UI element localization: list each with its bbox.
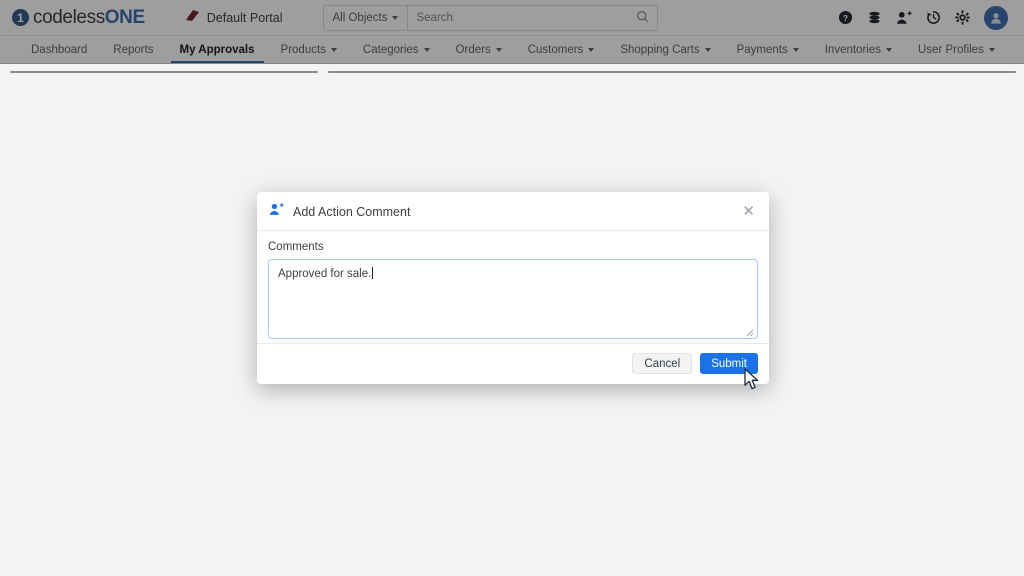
portal-label: Default Portal: [207, 11, 283, 25]
nav-label: User Profiles: [918, 44, 984, 56]
nav-item-products[interactable]: Products: [268, 36, 350, 63]
search-placeholder: Search: [416, 12, 452, 24]
nav-label: Dashboard: [31, 44, 87, 56]
chevron-down-icon: [331, 48, 337, 52]
svg-text:?: ?: [843, 13, 848, 23]
comments-label: Comments: [268, 241, 758, 253]
cancel-button[interactable]: Cancel: [632, 353, 692, 374]
user-avatar-icon[interactable]: [984, 6, 1008, 30]
logo-secondary-text: ONE: [105, 7, 145, 28]
nav-item-user-profiles[interactable]: User Profiles: [905, 36, 1008, 63]
workspace: Primary Workflow My Queue: [0, 65, 1024, 77]
nav-label: Orders: [456, 44, 491, 56]
main-nav: Dashboard Reports My Approvals Products …: [0, 36, 1024, 64]
nav-item-dashboard[interactable]: Dashboard: [18, 36, 100, 63]
search-input[interactable]: Search: [408, 10, 656, 26]
dialog-title: Add Action Comment: [293, 205, 410, 219]
record-header: Product 1300 cc Engine Edit ···: [329, 72, 1015, 73]
close-icon[interactable]: ✕: [740, 204, 757, 219]
nav-label: My Approvals: [180, 44, 255, 56]
nav-label: Payments: [737, 44, 788, 56]
dialog-footer: Cancel Submit: [257, 343, 769, 384]
top-header: 1 codelessONE Default Portal All Objects…: [0, 0, 1024, 36]
header-icon-group: ?: [838, 6, 1012, 30]
database-icon[interactable]: [867, 10, 882, 25]
record-detail-panel: Product 1300 cc Engine Edit ··· Product …: [328, 71, 1016, 73]
nav-label: Inventories: [825, 44, 881, 56]
logo-primary-text: codeless: [33, 7, 105, 28]
chevron-down-icon: [424, 48, 430, 52]
chevron-down-icon: [793, 48, 799, 52]
nav-item-shopping-carts[interactable]: Shopping Carts: [607, 36, 723, 63]
portal-selector[interactable]: Default Portal: [185, 9, 283, 27]
object-filter-label: All Objects: [333, 12, 388, 24]
portal-logo-icon: [185, 9, 200, 27]
nav-item-my-approvals[interactable]: My Approvals: [167, 36, 268, 63]
chevron-down-icon: [588, 48, 594, 52]
app-root: 1 codelessONE Default Portal All Objects…: [0, 0, 1024, 576]
history-icon[interactable]: [926, 10, 941, 25]
settings-gear-icon[interactable]: [955, 10, 970, 25]
comments-textarea[interactable]: Approved for sale.: [268, 259, 758, 339]
chevron-down-icon: [989, 48, 995, 52]
resize-handle-icon[interactable]: [746, 328, 754, 336]
approvals-panel-header: Primary Workflow: [11, 72, 317, 73]
nav-label: Reports: [113, 44, 153, 56]
nav-item-categories[interactable]: Categories: [350, 36, 443, 63]
add-user-icon: [269, 202, 284, 221]
page-content: 1 codelessONE Default Portal All Objects…: [0, 0, 1024, 64]
nav-label: Products: [281, 44, 326, 56]
app-logo[interactable]: 1 codelessONE: [12, 7, 145, 29]
add-action-comment-dialog: Add Action Comment ✕ Comments Approved f…: [257, 192, 769, 384]
approvals-panel: Primary Workflow My Queue: [10, 71, 318, 73]
chevron-down-icon: [496, 48, 502, 52]
help-icon[interactable]: ?: [838, 10, 853, 25]
nav-item-orders[interactable]: Orders: [443, 36, 515, 63]
nav-item-customers[interactable]: Customers: [515, 36, 608, 63]
nav-label: Categories: [363, 44, 419, 56]
object-filter-dropdown[interactable]: All Objects: [324, 6, 409, 30]
submit-button[interactable]: Submit: [700, 353, 758, 374]
nav-item-payments[interactable]: Payments: [724, 36, 812, 63]
chevron-down-icon: [886, 48, 892, 52]
add-user-icon[interactable]: [896, 10, 912, 25]
text-caret: [372, 267, 373, 279]
chevron-down-icon: [392, 16, 398, 20]
logo-text: codelessONE: [33, 7, 145, 29]
nav-label: Customers: [528, 44, 584, 56]
logo-mark-icon: 1: [12, 9, 29, 26]
dialog-body: Comments Approved for sale.: [257, 231, 769, 343]
nav-item-reports[interactable]: Reports: [100, 36, 166, 63]
chevron-down-icon: [705, 48, 711, 52]
search-icon: [636, 10, 649, 26]
nav-item-inventories[interactable]: Inventories: [812, 36, 905, 63]
nav-label: Shopping Carts: [620, 44, 699, 56]
global-search[interactable]: All Objects Search: [323, 5, 658, 31]
comments-value: Approved for sale.: [278, 268, 371, 280]
dialog-header: Add Action Comment ✕: [257, 192, 769, 231]
